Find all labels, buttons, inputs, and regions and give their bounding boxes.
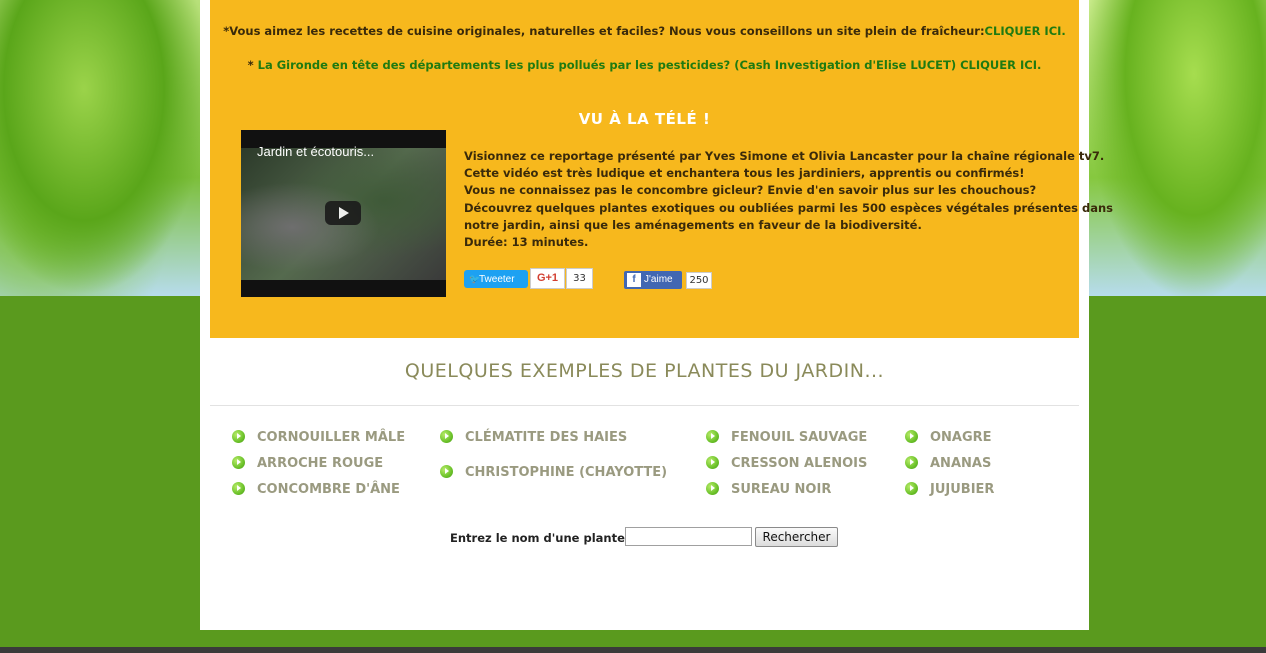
plant-label: FENOUIL SAUVAGE xyxy=(731,430,868,445)
plants-section-title: QUELQUES EXEMPLES DE PLANTES DU JARDIN..… xyxy=(404,360,885,382)
facebook-like-label: J'aime xyxy=(644,274,673,285)
search-label: Entrez le nom d'une plante : xyxy=(450,531,634,545)
green-arrow-icon xyxy=(232,430,245,443)
description-line: Visionnez ce reportage présenté par Yves… xyxy=(464,149,1105,163)
plant-search-input[interactable] xyxy=(625,527,752,546)
search-button[interactable]: Rechercher xyxy=(755,527,838,547)
plant-label: ARROCHE ROUGE xyxy=(257,456,384,471)
section-divider xyxy=(210,405,1079,406)
green-arrow-icon xyxy=(232,482,245,495)
green-arrow-icon xyxy=(440,465,453,478)
green-arrow-icon xyxy=(905,482,918,495)
green-arrow-icon xyxy=(706,482,719,495)
gironde-prefix: * xyxy=(247,58,258,72)
description-line: Vous ne connaissez pas le concombre gicl… xyxy=(464,183,1037,198)
plant-label: ANANAS xyxy=(930,456,992,471)
video-description: Visionnez ce reportage présenté par Yves… xyxy=(464,148,1113,251)
twitter-bird-icon: 🐦 xyxy=(469,274,481,284)
facebook-count: 250 xyxy=(686,272,712,289)
plant-label: ONAGRE xyxy=(930,430,992,445)
gironde-link-text[interactable]: La Gironde en tête des départements les … xyxy=(258,58,956,72)
plant-link-concombre[interactable]: CONCOMBRE D'ÂNE xyxy=(232,482,400,497)
video-player[interactable]: Jardin et écotouris... xyxy=(241,130,446,297)
gplus-count: 33 xyxy=(566,268,593,289)
description-line: Découvrez quelques plantes exotiques ou … xyxy=(464,200,1113,215)
plant-link-clematite[interactable]: CLÉMATITE DES HAIES xyxy=(440,430,627,445)
facebook-like-button[interactable]: f J'aime xyxy=(624,271,682,289)
description-line: notre jardin, ainsi que les aménagements… xyxy=(464,217,922,232)
play-icon[interactable] xyxy=(325,201,361,225)
leaf-decoration-left xyxy=(0,0,210,296)
recettes-text: *Vous aimez les recettes de cuisine orig… xyxy=(223,24,985,38)
green-arrow-icon xyxy=(232,456,245,469)
plant-link-sureau[interactable]: SUREAU NOIR xyxy=(706,482,831,497)
plant-link-christophine[interactable]: CHRISTOPHINE (CHAYOTTE) xyxy=(440,465,667,480)
plant-label: JUJUBIER xyxy=(930,482,995,497)
facebook-icon: f xyxy=(627,273,641,287)
plant-label: CONCOMBRE D'ÂNE xyxy=(257,482,400,497)
plant-link-jujubier[interactable]: JUJUBIER xyxy=(905,482,994,497)
plant-link-fenouil[interactable]: FENOUIL SAUVAGE xyxy=(706,430,867,445)
recettes-link[interactable]: CLIQUER ICI. xyxy=(985,24,1066,38)
description-line: Cette vidéo est très ludique et enchante… xyxy=(464,166,1025,181)
plant-label: CRESSON ALENOIS xyxy=(731,456,868,471)
description-line: Durée: 13 minutes. xyxy=(464,235,589,250)
recettes-notice: *Vous aimez les recettes de cuisine orig… xyxy=(210,24,1079,38)
plant-link-cresson[interactable]: CRESSON ALENOIS xyxy=(706,456,867,471)
green-arrow-icon xyxy=(905,456,918,469)
green-arrow-icon xyxy=(706,430,719,443)
plant-link-onagre[interactable]: ONAGRE xyxy=(905,430,992,445)
gplus-button[interactable]: G+1 xyxy=(530,268,565,289)
tweet-button[interactable]: 🐦Tweeter xyxy=(464,270,528,288)
main-content: *Vous aimez les recettes de cuisine orig… xyxy=(200,0,1113,630)
plant-label: CLÉMATITE DES HAIES xyxy=(465,430,628,445)
tele-title: VU À LA TÉLÉ ! xyxy=(578,110,711,128)
plant-link-cornouiller[interactable]: CORNOUILLER MÂLE xyxy=(232,430,405,445)
green-arrow-icon xyxy=(905,430,918,443)
gironde-link[interactable]: CLIQUER ICI. xyxy=(960,58,1041,72)
plant-label: CORNOUILLER MÂLE xyxy=(257,430,406,445)
news-panel: *Vous aimez les recettes de cuisine orig… xyxy=(210,0,1113,338)
video-title[interactable]: Jardin et écotouris... xyxy=(257,144,374,159)
plant-link-ananas[interactable]: ANANAS xyxy=(905,456,991,471)
green-arrow-icon xyxy=(706,456,719,469)
taskbar-edge xyxy=(0,647,1266,653)
tweet-label: Tweeter xyxy=(479,274,515,285)
plant-label: SUREAU NOIR xyxy=(731,482,832,497)
plant-link-arroche[interactable]: ARROCHE ROUGE xyxy=(232,456,383,471)
gironde-notice: * La Gironde en tête des départements le… xyxy=(210,58,1079,72)
plant-label: CHRISTOPHINE (CHAYOTTE) xyxy=(465,465,668,480)
leaf-decoration-right xyxy=(1086,0,1266,296)
green-arrow-icon xyxy=(440,430,453,443)
